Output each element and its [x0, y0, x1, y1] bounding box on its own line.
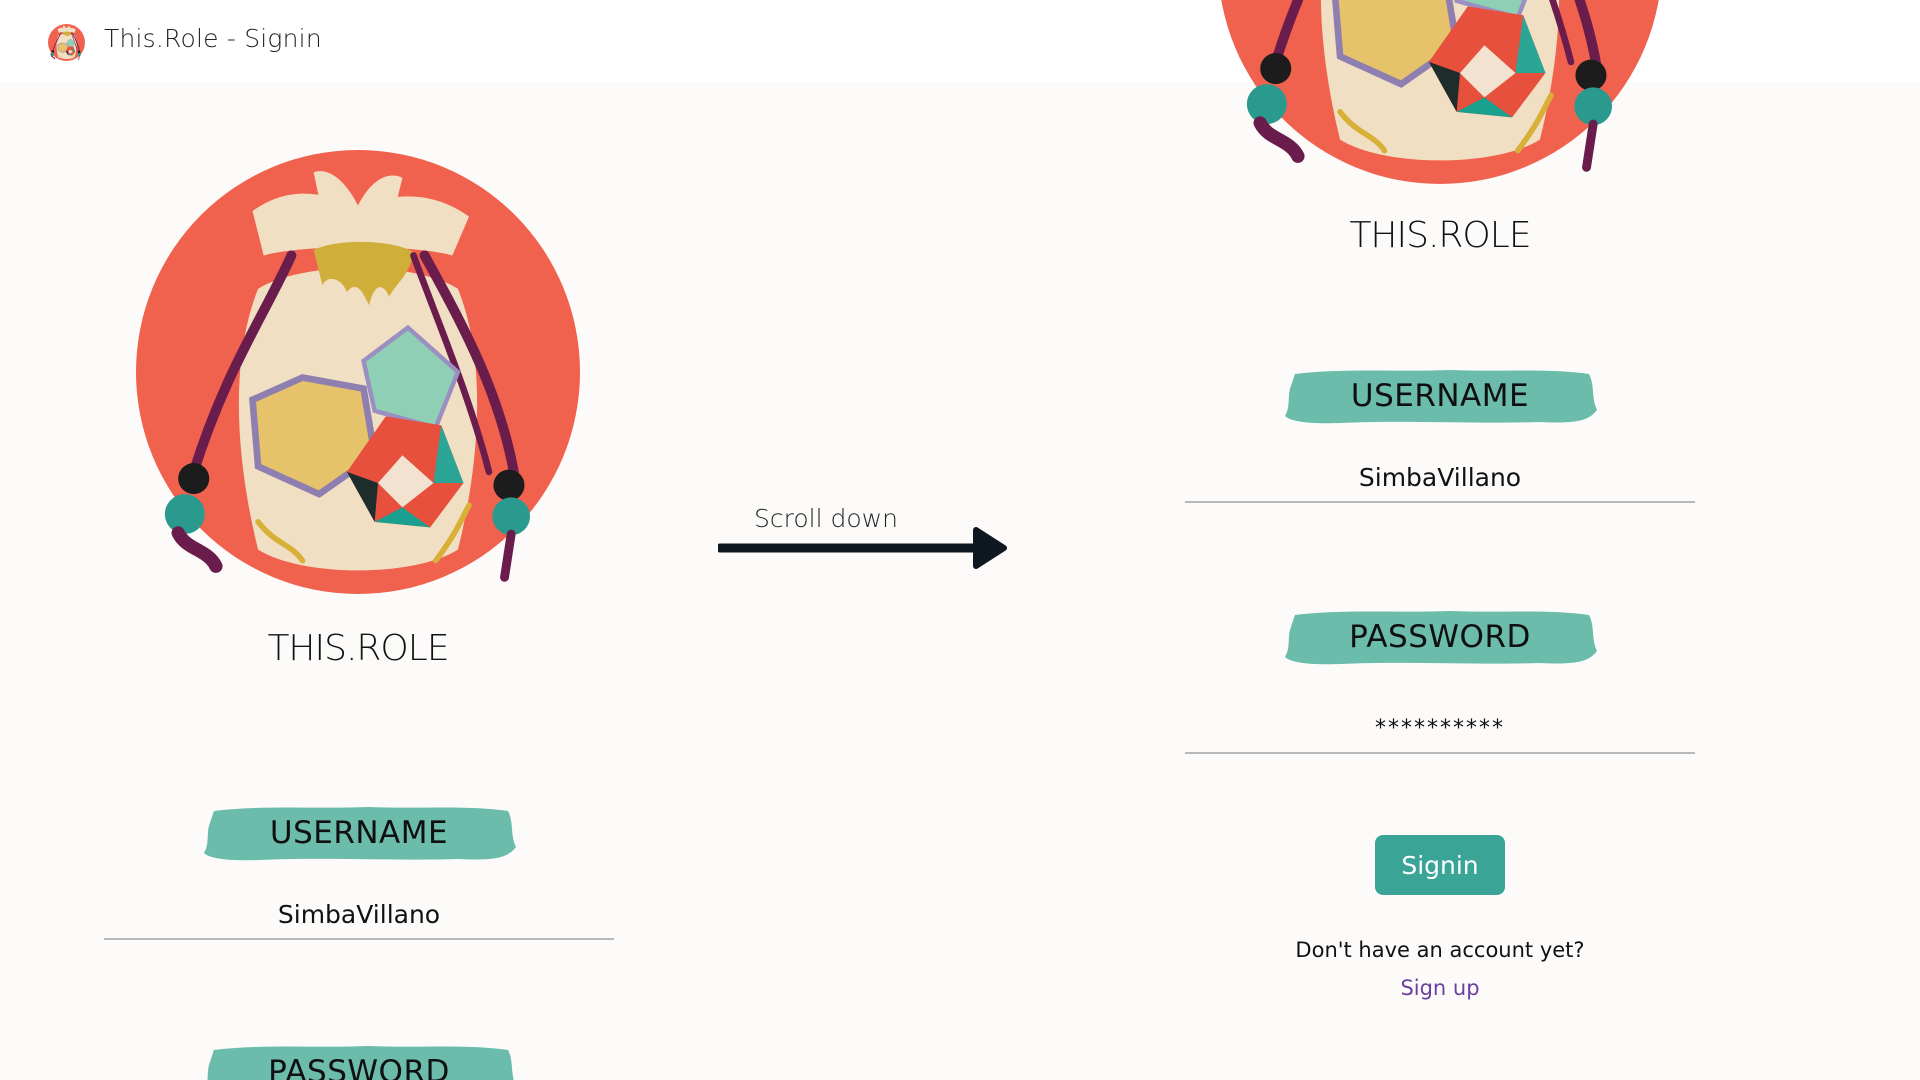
username-label: USERNAME	[1281, 366, 1599, 426]
password-label-text: PASSWORD	[268, 1054, 450, 1080]
dice-bag-favicon-icon	[47, 23, 86, 62]
dice-bag-logo	[136, 150, 580, 594]
username-label-text: USERNAME	[269, 815, 449, 851]
username-label-text: USERNAME	[1350, 378, 1530, 414]
signup-prompt: Don't have an account yet?	[1295, 938, 1585, 962]
brand-title: THIS.ROLE	[1349, 215, 1531, 256]
username-input[interactable]	[104, 890, 614, 940]
password-label: PASSWORD	[1281, 607, 1599, 667]
signup-link[interactable]: Sign up	[1340, 976, 1540, 1000]
username-label: USERNAME	[200, 803, 518, 863]
dice-bag-logo	[1218, 0, 1662, 184]
password-label-text: PASSWORD	[1349, 619, 1531, 655]
signin-button[interactable]: Signin	[1375, 835, 1505, 895]
username-input[interactable]	[1185, 453, 1695, 503]
brand-title: THIS.ROLE	[267, 628, 449, 669]
password-label: PASSWORD	[200, 1042, 518, 1080]
tab-title: This.Role - Signin	[104, 24, 322, 53]
password-input[interactable]	[1185, 704, 1695, 754]
right-arrow-icon	[718, 527, 1007, 569]
